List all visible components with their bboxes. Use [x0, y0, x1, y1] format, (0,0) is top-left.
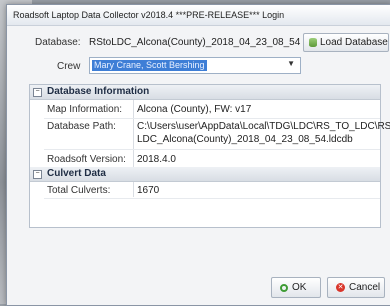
- database-information-header[interactable]: − Database Information: [30, 85, 380, 100]
- map-information-label: Map Information:: [47, 104, 123, 115]
- section-title: Database Information: [47, 86, 150, 97]
- cancel-label: Cancel: [349, 282, 381, 293]
- ok-label: OK: [292, 282, 307, 293]
- database-path-label: Database Path:: [47, 121, 116, 132]
- database-icon: [309, 38, 317, 47]
- load-database-button[interactable]: Load Database: [303, 33, 389, 52]
- database-value: RStoLDC_Alcona(County)_2018_04_23_08_54: [89, 37, 301, 48]
- row-separator: [44, 118, 380, 119]
- column-divider: [133, 100, 134, 175]
- culvert-data-header[interactable]: − Culvert Data: [30, 167, 380, 182]
- row-separator: [44, 198, 380, 199]
- roadsoft-version-value: 2018.4.0: [137, 154, 176, 165]
- column-divider: [133, 182, 134, 197]
- crew-label: Crew: [57, 61, 81, 72]
- dropdown-arrow-icon[interactable]: ▼: [287, 59, 295, 68]
- roadsoft-version-label: Roadsoft Version:: [47, 154, 126, 165]
- window-title: Roadsoft Laptop Data Collector v2018.4 *…: [7, 5, 390, 26]
- database-path-line1: C:\Users\user\AppData\Local\TDG\LDC\RS_T…: [137, 121, 390, 132]
- database-label: Database:: [35, 37, 81, 48]
- cancel-icon: ✕: [336, 283, 345, 292]
- collapse-icon[interactable]: −: [33, 170, 42, 179]
- property-grid: − Database Information Map Information: …: [29, 84, 390, 228]
- dialog-content: Database: RStoLDC_Alcona(County)_2018_04…: [7, 26, 390, 305]
- cancel-button[interactable]: ✕ Cancel: [327, 277, 385, 298]
- database-path-line2: LDC_Alcona(County)_2018_04_23_08_54.ldcd…: [137, 134, 353, 145]
- collapse-icon[interactable]: −: [33, 88, 42, 97]
- total-culverts-value: 1670: [137, 185, 160, 196]
- section-title: Culvert Data: [47, 168, 106, 179]
- crew-selected-value: Mary Crane, Scott Bershing: [92, 60, 207, 71]
- map-information-value: Alcona (County), FW: v17: [137, 104, 252, 115]
- row-separator: [44, 149, 380, 150]
- ok-button[interactable]: OK: [271, 277, 321, 298]
- login-dialog: Roadsoft Laptop Data Collector v2018.4 *…: [6, 4, 390, 306]
- crew-dropdown[interactable]: Mary Crane, Scott Bershing ▼: [89, 57, 301, 74]
- ok-icon: [280, 283, 288, 292]
- total-culverts-label: Total Culverts:: [47, 185, 111, 196]
- load-database-label: Load Database: [320, 37, 388, 48]
